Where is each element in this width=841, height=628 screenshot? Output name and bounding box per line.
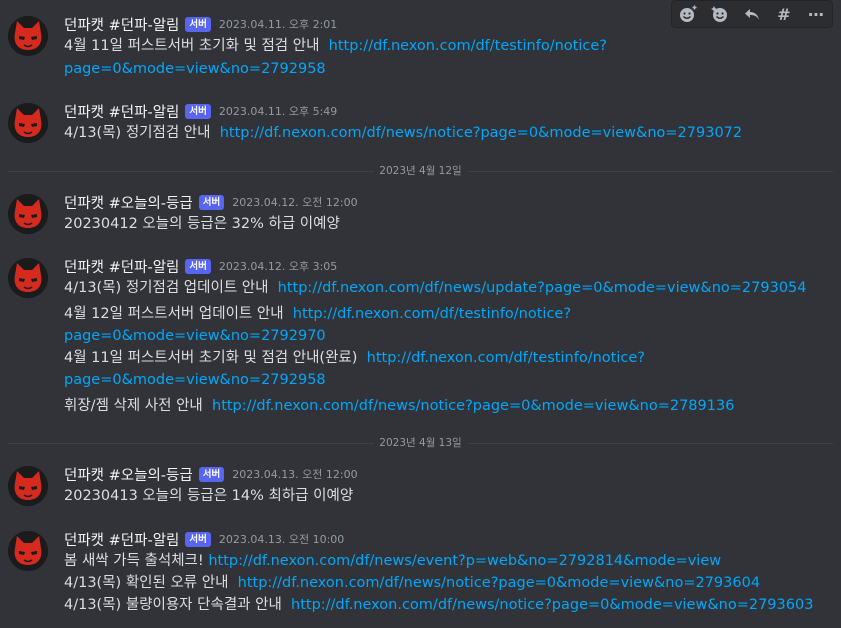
create-thread-icon[interactable]: #	[773, 3, 795, 25]
username[interactable]: 던파캣 #던파-알림	[64, 101, 179, 122]
username[interactable]: 던파캣 #던파-알림	[64, 256, 179, 277]
message-link[interactable]: http://df.nexon.com/df/testinfo/notice?	[293, 306, 571, 322]
bot-badge: 서버	[198, 194, 225, 210]
bot-badge: 서버	[185, 258, 211, 274]
message-line: 4월 12일 퍼스트서버 업데이트 안내 http://df.nexon.com…	[64, 306, 572, 322]
timestamp[interactable]: 2023.04.11. 오후 5:49	[219, 103, 337, 119]
message-link[interactable]: http://df.nexon.com/df/testinfo/notice?	[367, 350, 645, 366]
avatar[interactable]	[8, 531, 48, 571]
message-line: 20230412 오늘의 등급은 32% 하급 이예양	[64, 216, 340, 232]
message-line: 4/13(목) 확인된 오류 안내 http://df.nexon.com/df…	[64, 575, 761, 591]
message-line: 4/13(목) 정기점검 안내 http://df.nexon.com/df/n…	[64, 125, 743, 141]
avatar[interactable]	[8, 103, 48, 143]
message-link[interactable]: page=0&mode=view&no=2792970	[64, 328, 326, 344]
message-line: page=0&mode=view&no=2792958	[64, 369, 326, 391]
timestamp[interactable]: 2023.04.12. 오후 3:05	[219, 258, 337, 274]
message-line: page=0&mode=view&no=2792970	[64, 325, 326, 347]
super-reaction-icon[interactable]	[709, 3, 731, 25]
message-link[interactable]: page=0&mode=view&no=2792958	[64, 61, 326, 77]
message-link[interactable]: http://df.nexon.com/df/news/notice?page=…	[212, 398, 734, 414]
timestamp[interactable]: 2023.04.11. 오후 2:01	[219, 16, 337, 32]
avatar[interactable]	[8, 258, 48, 298]
timestamp[interactable]: 2023.04.13. 오전 10:00	[219, 531, 344, 547]
message-line: 4월 11일 퍼스트서버 초기화 및 점검 안내(완료) http://df.n…	[64, 350, 645, 366]
message-toolbar: # ⋯	[671, 0, 833, 28]
message-link[interactable]: http://df.nexon.com/df/testinfo/notice?	[329, 38, 607, 54]
message-link[interactable]: http://df.nexon.com/df/news/event?p=web&…	[208, 553, 721, 569]
avatar[interactable]	[8, 194, 48, 234]
message-line: 봄 새싹 가득 출석체크! http://df.nexon.com/df/new…	[64, 553, 722, 569]
date-separator: 2023년 4월 13일	[8, 435, 833, 451]
timestamp[interactable]: 2023.04.13. 오전 12:00	[232, 466, 357, 482]
cat-avatar-icon	[8, 466, 48, 506]
message-line: 4/13(목) 정기점검 업데이트 안내 http://df.nexon.com…	[64, 280, 807, 296]
message-link[interactable]: http://df.nexon.com/df/news/notice?page=…	[291, 597, 813, 613]
bot-badge: 서버	[198, 466, 225, 482]
bot-badge: 서버	[185, 103, 211, 119]
message-link[interactable]: http://df.nexon.com/df/news/update?page=…	[278, 280, 807, 296]
add-reaction-icon[interactable]	[677, 3, 699, 25]
cat-avatar-icon	[8, 16, 48, 56]
cat-avatar-icon	[8, 258, 48, 298]
username[interactable]: 던파캣 #오늘의-등급	[64, 464, 193, 485]
message-line: 휘장/젬 삭제 사전 안내 http://df.nexon.com/df/new…	[64, 398, 735, 414]
reply-icon[interactable]	[741, 3, 763, 25]
bot-badge: 서버	[185, 531, 211, 547]
username[interactable]: 던파캣 #던파-알림	[64, 14, 179, 35]
username[interactable]: 던파캣 #오늘의-등급	[64, 192, 193, 213]
cat-avatar-icon	[8, 194, 48, 234]
message-link[interactable]: page=0&mode=view&no=2792958	[64, 372, 326, 388]
username[interactable]: 던파캣 #던파-알림	[64, 529, 179, 550]
date-separator: 2023년 4월 12일	[8, 163, 833, 179]
timestamp[interactable]: 2023.04.12. 오전 12:00	[232, 194, 357, 210]
avatar[interactable]	[8, 16, 48, 56]
message-link[interactable]: http://df.nexon.com/df/news/notice?page=…	[238, 575, 760, 591]
avatar[interactable]	[8, 466, 48, 506]
message-line: 4월 11일 퍼스트서버 초기화 및 점검 안내 http://df.nexon…	[64, 38, 607, 54]
bot-badge: 서버	[185, 16, 211, 32]
cat-avatar-icon	[8, 103, 48, 143]
cat-avatar-icon	[8, 531, 48, 571]
more-icon[interactable]: ⋯	[805, 3, 827, 25]
message-line: 4/13(목) 불량이용자 단속결과 안내 http://df.nexon.co…	[64, 597, 814, 613]
message-line: page=0&mode=view&no=2792958	[64, 58, 326, 80]
message-link[interactable]: http://df.nexon.com/df/news/notice?page=…	[220, 125, 742, 141]
message-line: 20230413 오늘의 등급은 14% 최하급 이예양	[64, 488, 354, 504]
